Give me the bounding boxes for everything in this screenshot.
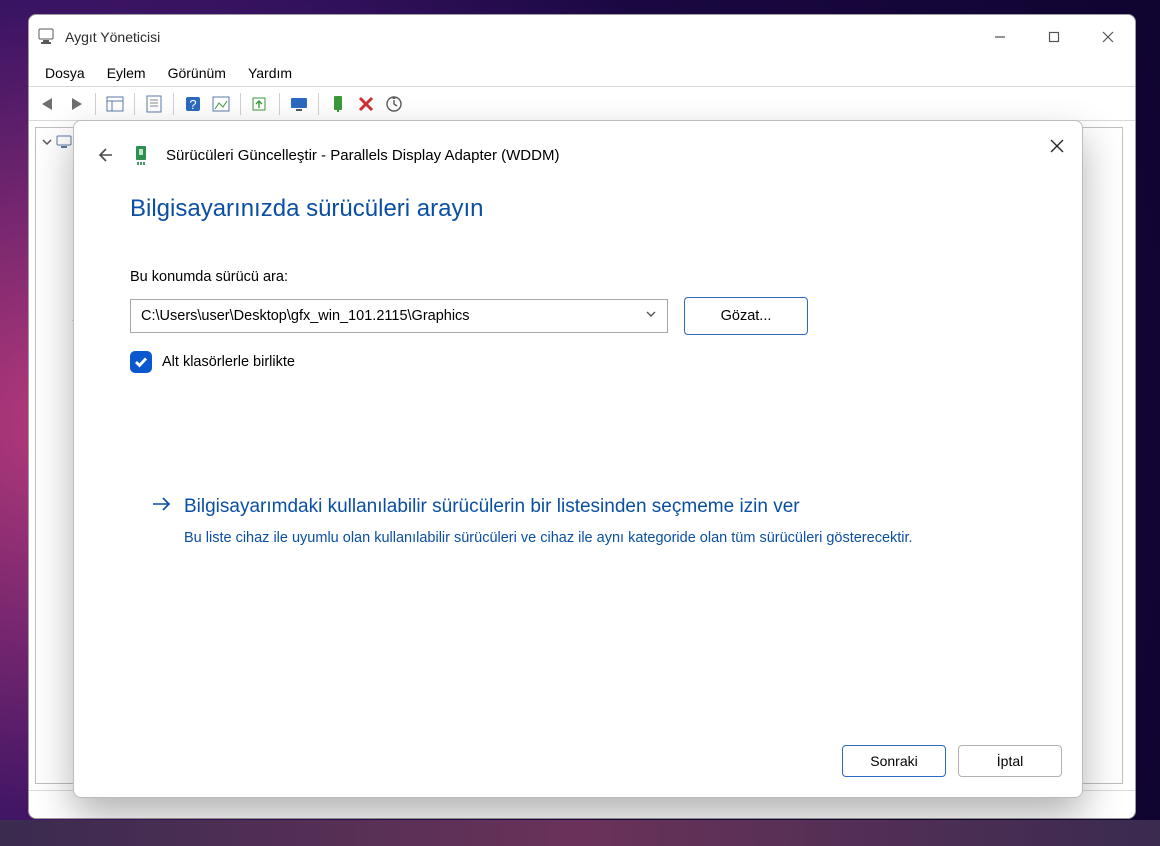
menu-action[interactable]: Eylem (97, 62, 158, 84)
browse-button-label: Gözat... (721, 308, 772, 324)
menu-help[interactable]: Yardım (238, 62, 304, 84)
show-hidden-icon[interactable] (208, 91, 234, 117)
close-button[interactable] (1044, 133, 1070, 159)
browse-button[interactable]: Gözat... (684, 297, 808, 335)
dialog-heading: Bilgisayarınızda sürücüleri arayın (130, 195, 1026, 223)
update-driver-icon[interactable] (247, 91, 273, 117)
titlebar: Aygıt Yöneticisi (29, 15, 1135, 59)
chevron-down-icon[interactable] (40, 135, 54, 149)
device-icon (130, 144, 152, 166)
pick-from-list-option[interactable]: Bilgisayarımdaki kullanılabilir sürücüle… (130, 493, 1026, 550)
menu-view[interactable]: Görünüm (158, 62, 238, 84)
chevron-down-icon (645, 308, 657, 324)
update-driver-dialog: Sürücüleri Güncelleştir - Parallels Disp… (73, 120, 1083, 798)
menubar: Dosya Eylem Görünüm Yardım (29, 59, 1135, 87)
back-icon[interactable] (35, 91, 61, 117)
window-title: Aygıt Yöneticisi (65, 29, 973, 45)
forward-icon[interactable] (63, 91, 89, 117)
desktop-strip (0, 820, 1160, 846)
back-button[interactable] (92, 143, 116, 167)
driver-path-value: C:\Users\user\Desktop\gfx_win_101.2115\G… (141, 308, 470, 324)
next-button[interactable]: Sonraki (842, 745, 946, 777)
cancel-button[interactable]: İptal (958, 745, 1062, 777)
toolbar: ? (29, 87, 1135, 121)
next-button-label: Sonraki (870, 753, 917, 769)
computer-icon (56, 134, 72, 150)
properties-icon[interactable] (141, 91, 167, 117)
include-subfolders-checkbox[interactable] (130, 351, 152, 373)
monitor-icon[interactable] (286, 91, 312, 117)
pick-from-list-description: Bu liste cihaz ile uyumlu olan kullanıla… (184, 528, 944, 550)
app-icon (37, 28, 55, 46)
minimize-button[interactable] (973, 15, 1027, 59)
search-location-label: Bu konumda sürücü ara: (130, 269, 1026, 285)
svg-text:?: ? (189, 97, 196, 112)
help-icon[interactable]: ? (180, 91, 206, 117)
show-hide-tree-icon[interactable] (102, 91, 128, 117)
dialog-title: Sürücüleri Güncelleştir - Parallels Disp… (166, 147, 559, 164)
enable-device-icon[interactable] (325, 91, 351, 117)
arrow-right-icon (150, 493, 172, 520)
menu-file[interactable]: Dosya (35, 62, 97, 84)
cancel-button-label: İptal (997, 753, 1023, 769)
pick-from-list-title: Bilgisayarımdaki kullanılabilir sürücüle… (184, 496, 800, 518)
include-subfolders-label: Alt klasörlerle birlikte (162, 354, 295, 370)
close-button[interactable] (1081, 15, 1135, 59)
driver-path-combobox[interactable]: C:\Users\user\Desktop\gfx_win_101.2115\G… (130, 299, 668, 333)
scan-hardware-icon[interactable] (381, 91, 407, 117)
maximize-button[interactable] (1027, 15, 1081, 59)
disable-device-icon[interactable] (353, 91, 379, 117)
